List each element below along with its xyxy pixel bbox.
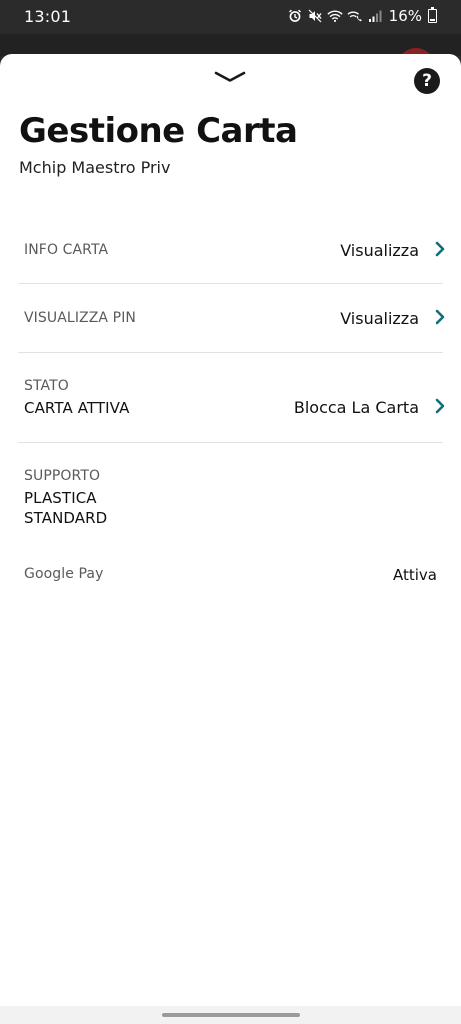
card-name: Mchip Maestro Priv	[19, 158, 171, 177]
wifi-calling-icon	[347, 8, 363, 24]
google-pay-status: Attiva	[393, 566, 437, 584]
chevron-right-icon[interactable]	[434, 241, 446, 257]
visualizza-pin-label: VISUALIZZA PIN	[24, 310, 136, 326]
question-mark-icon: ?	[422, 71, 432, 91]
row-stato[interactable]: STATO CARTA ATTIVA Blocca La Carta	[18, 353, 446, 443]
row-google-pay: Google Pay Attiva	[18, 554, 443, 594]
block-card-link[interactable]: Blocca La Carta	[294, 398, 419, 417]
signal-icon	[367, 8, 383, 24]
stato-value: CARTA ATTIVA	[24, 399, 130, 417]
chevron-right-icon[interactable]	[434, 398, 446, 414]
chevron-down-icon	[214, 71, 246, 82]
row-supporto: SUPPORTO PLASTICA STANDARD	[18, 443, 443, 543]
alarm-icon	[287, 8, 303, 24]
status-bar: 13:01 16%	[0, 0, 461, 34]
stato-label: STATO	[24, 378, 69, 394]
row-info-carta[interactable]: INFO CARTA Visualizza	[18, 226, 446, 284]
row-visualizza-pin[interactable]: VISUALIZZA PIN Visualizza	[18, 284, 446, 353]
supporto-value-line1: PLASTICA	[24, 489, 97, 507]
navigation-bar	[0, 1006, 461, 1024]
chevron-right-icon[interactable]	[434, 309, 446, 325]
collapse-sheet-button[interactable]	[210, 68, 250, 88]
status-time: 13:01	[24, 7, 72, 26]
background-screen	[0, 34, 461, 70]
card-management-sheet: ? Gestione Carta Mchip Maestro Priv INFO…	[0, 54, 461, 1006]
mute-icon	[307, 8, 323, 24]
status-icons: 16%	[287, 7, 437, 25]
home-indicator[interactable]	[162, 1013, 300, 1017]
battery-level: 16%	[388, 7, 422, 25]
battery-icon	[428, 7, 437, 23]
info-carta-label: INFO CARTA	[24, 242, 109, 258]
page-title: Gestione Carta	[19, 111, 298, 151]
supporto-label: SUPPORTO	[24, 468, 101, 484]
wifi-icon	[327, 8, 343, 24]
info-carta-view-link[interactable]: Visualizza	[340, 241, 419, 260]
google-pay-label: Google Pay	[24, 566, 104, 582]
supporto-value: PLASTICA STANDARD	[24, 488, 107, 528]
help-button[interactable]: ?	[414, 68, 440, 94]
supporto-value-line2: STANDARD	[24, 509, 108, 527]
visualizza-pin-view-link[interactable]: Visualizza	[340, 309, 419, 328]
